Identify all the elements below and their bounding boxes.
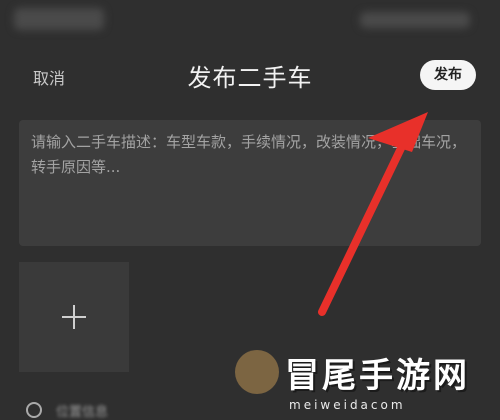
navigation-bar: 取消 发布二手车 发布 [0, 50, 500, 100]
status-bar-blurred-left [14, 8, 104, 30]
description-input[interactable]: 请输入二手车描述：车型车款，手续情况，改装情况，基础车况，转手原因等... [19, 120, 481, 246]
watermark: 冒尾手游网 meiweidacom [235, 348, 500, 420]
watermark-logo-icon [235, 350, 279, 394]
watermark-text: 冒尾手游网 [285, 356, 470, 396]
status-bar-blurred-right [360, 12, 470, 28]
status-bar [0, 0, 500, 42]
description-placeholder: 请输入二手车描述：车型车款，手续情况，改装情况，基础车况，转手原因等... [31, 133, 467, 176]
location-label: 位置信息 [56, 405, 109, 420]
publish-button[interactable]: 发布 [420, 60, 476, 90]
add-photo-button[interactable] [19, 262, 129, 372]
location-row[interactable]: 位置信息 [22, 400, 222, 420]
location-icon [26, 402, 42, 418]
watermark-url: meiweidacom [289, 398, 406, 412]
